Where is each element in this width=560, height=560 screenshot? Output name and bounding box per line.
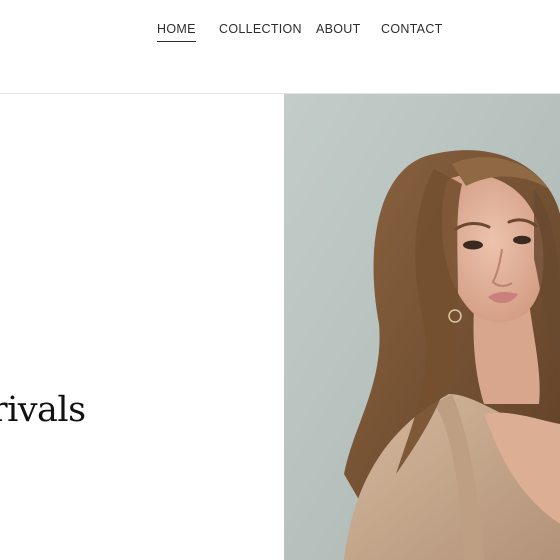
eye-left (463, 240, 483, 250)
hero-image (284, 94, 560, 560)
nav-link-contact[interactable]: CONTACT (381, 20, 443, 38)
site-header: HOME COLLECTION ABOUT CONTACT (0, 0, 560, 94)
neck (473, 309, 540, 404)
nav-link-collection[interactable]: COLLECTION (219, 20, 302, 38)
main-nav: HOME COLLECTION ABOUT CONTACT (0, 20, 560, 44)
nav-link-about[interactable]: ABOUT (316, 20, 361, 38)
hero-text-panel: zy Arrivals (0, 94, 284, 560)
eye-right (513, 235, 531, 245)
model-portrait-illustration (284, 94, 560, 560)
hero-headline: zy Arrivals (0, 390, 86, 430)
hero-section: zy Arrivals (0, 94, 560, 560)
nav-link-home[interactable]: HOME (157, 20, 196, 42)
